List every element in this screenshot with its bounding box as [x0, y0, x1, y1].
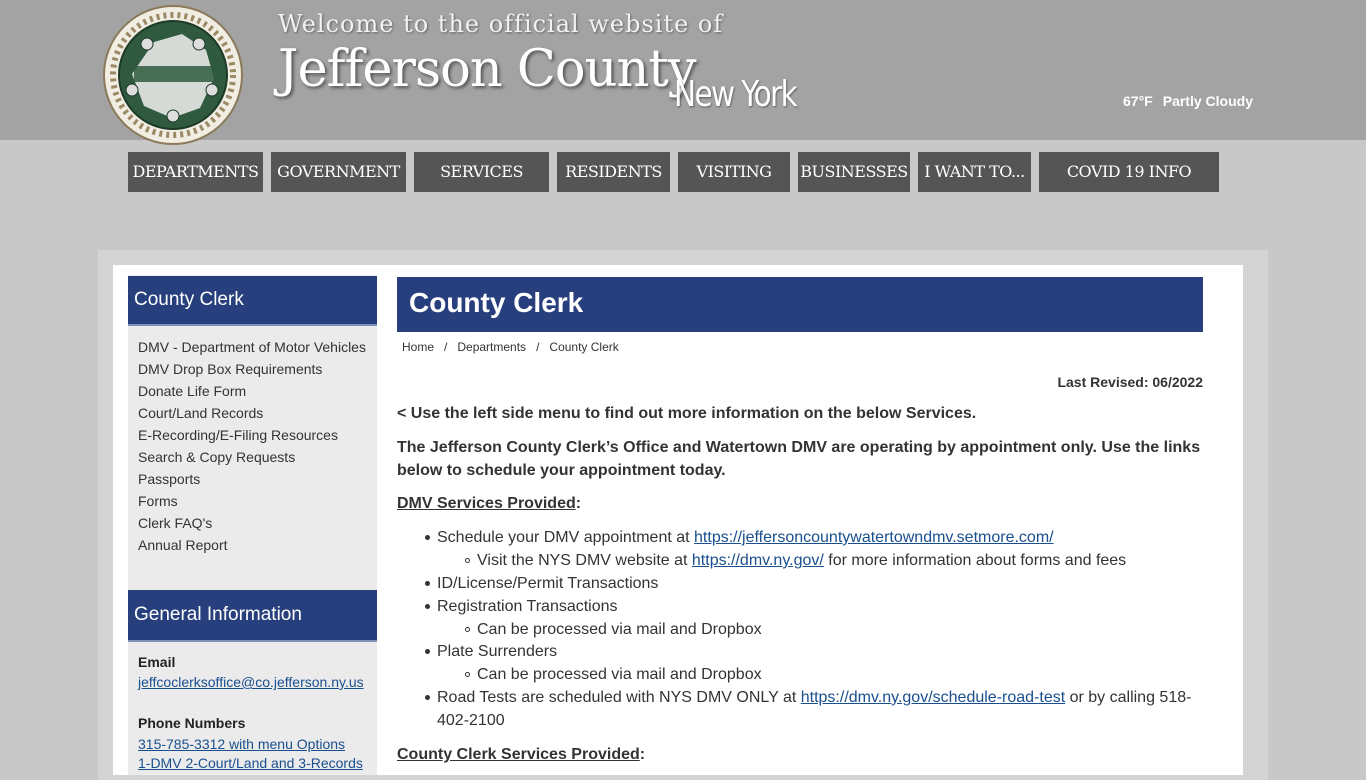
- breadcrumb-separator: /: [444, 340, 448, 354]
- list-item: Plate Surrenders: [437, 643, 558, 660]
- sidebar-item-court-land-records[interactable]: Court/Land Records: [138, 406, 368, 421]
- bullet-icon: [425, 649, 430, 654]
- sub-bullet-icon: [465, 558, 470, 563]
- nav-government[interactable]: GOVERNMENT: [271, 152, 406, 192]
- weather-temperature: 67°F: [1123, 93, 1153, 109]
- nys-dmv-link[interactable]: https://dmv.ny.gov/: [692, 552, 824, 569]
- state-name: New York: [674, 74, 798, 115]
- welcome-text: Welcome to the official website of: [278, 10, 724, 38]
- list-item: Can be processed via mail and Dropbox: [477, 621, 762, 638]
- list-item-text: or by calling 518-: [1065, 689, 1192, 706]
- sidebar-item-annual-report[interactable]: Annual Report: [138, 538, 368, 553]
- nav-residents[interactable]: RESIDENTS: [557, 152, 670, 192]
- sidebar-heading: County Clerk: [128, 276, 377, 326]
- nav-i-want-to[interactable]: I WANT TO...: [918, 152, 1031, 192]
- phone-options[interactable]: 1-DMV 2-Court/Land and 3-Records: [138, 755, 363, 771]
- sub-bullet-icon: [465, 627, 470, 632]
- breadcrumb-separator: /: [536, 340, 540, 354]
- bullet-icon: [425, 581, 430, 586]
- county-name: Jefferson County: [278, 40, 697, 99]
- bullet-icon: [425, 535, 430, 540]
- breadcrumb: Home / Departments / County Clerk: [402, 340, 619, 354]
- list-item-text: Road Tests are scheduled with NYS DMV ON…: [437, 689, 801, 706]
- sidebar-item-passports[interactable]: Passports: [138, 472, 368, 487]
- nav-covid-info[interactable]: COVID 19 INFO: [1039, 152, 1219, 192]
- sidebar-item-clerk-faqs[interactable]: Clerk FAQ's: [138, 516, 368, 531]
- sidebar-item-e-recording[interactable]: E-Recording/E-Filing Resources: [138, 428, 368, 443]
- list-item: Road Tests are scheduled with NYS DMV ON…: [437, 686, 1191, 709]
- phone-link[interactable]: 315-785-3312 with menu Options: [138, 736, 345, 752]
- appointment-notice: The Jefferson County Clerk’s Office and …: [397, 439, 1201, 479]
- sidebar-item-search-copy[interactable]: Search & Copy Requests: [138, 450, 368, 465]
- clerk-services-title: County Clerk Services Provided: [397, 746, 640, 763]
- list-item: Schedule your DMV appointment at https:/…: [437, 526, 1054, 549]
- list-item-text: Schedule your DMV appointment at: [437, 529, 695, 546]
- list-item: ID/License/Permit Transactions: [437, 575, 659, 592]
- sidebar-menu: DMV - Department of Motor Vehicles DMV D…: [138, 340, 368, 560]
- sub-bullet-icon: [465, 672, 470, 677]
- bullet-icon: [425, 604, 430, 609]
- sidebar-item-forms[interactable]: Forms: [138, 494, 368, 509]
- nav-services[interactable]: SERVICES: [414, 152, 549, 192]
- county-seal-logo[interactable]: [102, 4, 244, 146]
- list-item: Visit the NYS DMV website at https://dmv…: [477, 549, 1126, 572]
- general-info-heading: General Information: [128, 590, 377, 642]
- last-revised: Last Revised: 06/2022: [1057, 374, 1203, 390]
- nav-businesses[interactable]: BUSINESSES: [798, 152, 910, 192]
- road-test-link[interactable]: https://dmv.ny.gov/schedule-road-test: [801, 689, 1065, 706]
- page-title-bar: County Clerk: [397, 277, 1203, 332]
- clerk-services-heading: County Clerk Services Provided:: [397, 746, 646, 763]
- dmv-appointment-link[interactable]: https://jeffersoncountywatertowndmv.setm…: [694, 529, 1054, 546]
- phone-label: Phone Numbers: [138, 715, 246, 731]
- list-item: Registration Transactions: [437, 598, 618, 615]
- email-link[interactable]: jeffcoclerksoffice@co.jefferson.ny.us: [138, 674, 364, 690]
- intro-text: < Use the left side menu to find out mor…: [397, 405, 977, 422]
- breadcrumb-home[interactable]: Home: [402, 340, 434, 354]
- site-header: Welcome to the official website of Jeffe…: [0, 0, 1366, 145]
- list-item-continued: 402-2100: [437, 712, 505, 729]
- bullet-icon: [425, 695, 430, 700]
- sidebar-item-donate-life[interactable]: Donate Life Form: [138, 384, 368, 399]
- email-label: Email: [138, 654, 176, 670]
- sidebar-item-dmv[interactable]: DMV - Department of Motor Vehicles: [138, 340, 368, 355]
- breadcrumb-current: County Clerk: [549, 340, 619, 354]
- list-item-text: for more information about forms and fee…: [823, 552, 1127, 569]
- nav-visiting[interactable]: VISITING: [678, 152, 790, 192]
- dmv-services-title: DMV Services Provided: [397, 495, 576, 512]
- page-title: County Clerk: [409, 287, 584, 318]
- weather-condition: Partly Cloudy: [1162, 93, 1253, 109]
- main-navigation: DEPARTMENTS GOVERNMENT SERVICES RESIDENT…: [0, 152, 1366, 192]
- sidebar-item-dmv-drop-box[interactable]: DMV Drop Box Requirements: [138, 362, 368, 377]
- list-item-text: Visit the NYS DMV website at: [477, 552, 692, 569]
- dmv-services-heading: DMV Services Provided:: [397, 495, 582, 512]
- weather-widget[interactable]: 67°F Partly Cloudy: [1123, 93, 1263, 109]
- nav-departments[interactable]: DEPARTMENTS: [128, 152, 263, 192]
- breadcrumb-departments[interactable]: Departments: [457, 340, 526, 354]
- list-item: Can be processed via mail and Dropbox: [477, 666, 762, 683]
